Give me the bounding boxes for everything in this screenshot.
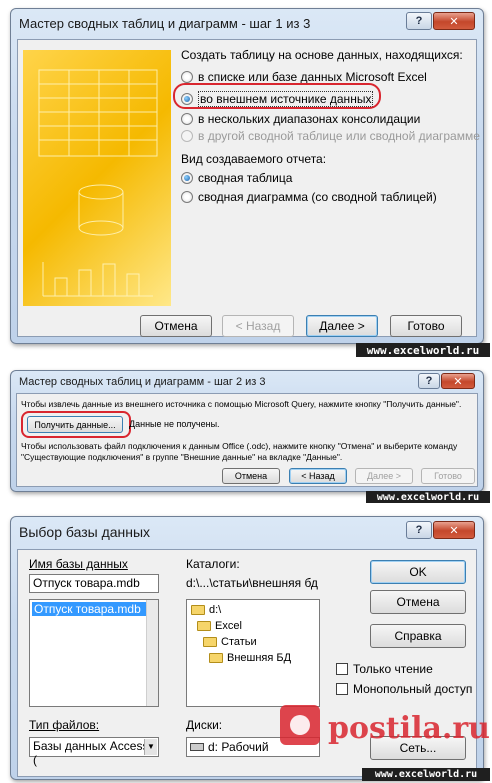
folder-tree[interactable]: d:\ Excel Статьи Внешняя БД (186, 599, 320, 707)
help-button[interactable]: ? (406, 521, 432, 539)
note-line-1: Чтобы использовать файл подключения к да… (21, 441, 458, 451)
finish-button[interactable]: Готово (390, 315, 462, 337)
read-only-box[interactable] (336, 663, 348, 675)
cancel-button[interactable]: Отмена (370, 590, 466, 614)
drive-icon (190, 743, 204, 751)
wizard-step2-title: Мастер сводных таблиц и диаграмм - шаг 2… (19, 376, 266, 388)
wizard-step1-client: Создать таблицу на основе данных, находя… (17, 39, 480, 337)
report-option-chart[interactable]: сводная диаграмма (со сводной таблицей) (181, 190, 437, 204)
radio-excel[interactable] (181, 71, 193, 83)
watermark: www.excelworld.ru (362, 768, 490, 781)
highlight-get-data (21, 411, 131, 438)
close-icon[interactable]: ✕ (433, 521, 475, 539)
source-option-consolidation[interactable]: в нескольких диапазонах консолидации (181, 112, 420, 126)
data-status: Данные не получены. (129, 419, 220, 429)
file-type-select[interactable]: Базы данных Access ( ▼ (29, 737, 159, 767)
wizard-step1-window: Мастер сводных таблиц и диаграмм - шаг 1… (10, 8, 484, 344)
folder-open-icon (209, 653, 223, 663)
cancel-button[interactable]: Отмена (222, 468, 280, 484)
folder-item-excel[interactable]: Excel (197, 620, 242, 632)
folder-item-root[interactable]: d:\ (191, 604, 221, 616)
folder-item-external-db[interactable]: Внешняя БД (209, 652, 291, 664)
db-file-list[interactable]: Отпуск товара.mdb (29, 599, 159, 707)
cancel-button[interactable]: Отмена (140, 315, 212, 337)
read-only-checkbox[interactable]: Только чтение (336, 662, 433, 676)
postila-logo-text: postila.ru (327, 710, 490, 746)
radio-pivot-table[interactable] (181, 172, 193, 184)
wizard-step2-window: Мастер сводных таблиц и диаграмм - шаг 2… (10, 370, 484, 492)
report-heading: Вид создаваемого отчета: (181, 152, 327, 166)
wizard-step2-client: Чтобы извлечь данные из внешнего источни… (16, 393, 478, 487)
help-button[interactable]: Справка (370, 624, 466, 648)
source-option-excel[interactable]: в списке или базе данных Microsoft Excel (181, 70, 427, 84)
ok-button[interactable]: OK (370, 560, 466, 584)
next-button[interactable]: Далее > (355, 468, 413, 484)
radio-consolidation[interactable] (181, 113, 193, 125)
db-name-label: Имя базы данных (29, 557, 128, 571)
help-button[interactable]: ? (418, 373, 440, 389)
dir-path: d:\...\статьи\внешняя бд (186, 576, 318, 590)
highlight-external-source (173, 83, 381, 109)
db-dialog-title: Выбор базы данных (19, 524, 151, 540)
radio-pivot-chart[interactable] (181, 191, 193, 203)
note-line-2: "Существующие подключения" в группе "Вне… (21, 452, 343, 462)
folder-open-icon (197, 621, 211, 631)
source-heading: Создать таблицу на основе данных, находя… (181, 48, 463, 62)
postila-logo: postila.ru (272, 694, 490, 762)
finish-button[interactable]: Готово (421, 468, 475, 484)
db-file-item[interactable]: Отпуск товара.mdb (32, 602, 148, 616)
wizard-step1-title: Мастер сводных таблиц и диаграмм - шаг 1… (19, 15, 311, 31)
db-name-input[interactable]: Отпуск товара.mdb (29, 574, 159, 593)
file-type-label: Тип файлов: (29, 718, 100, 732)
radio-other-pivot (181, 130, 193, 142)
back-button[interactable]: < Назад (289, 468, 347, 484)
close-icon[interactable]: ✕ (433, 12, 475, 30)
folder-item-articles[interactable]: Статьи (203, 636, 257, 648)
next-button[interactable]: Далее > (306, 315, 378, 337)
source-option-other-pivot: в другой сводной таблице или сводной диа… (181, 129, 480, 143)
close-icon[interactable]: ✕ (441, 373, 475, 389)
watermark: www.excelworld.ru (356, 343, 490, 357)
drives-label: Диски: (186, 718, 223, 732)
report-option-table[interactable]: сводная таблица (181, 171, 292, 185)
wizard-step2-titlebar[interactable]: Мастер сводных таблиц и диаграмм - шаг 2… (11, 371, 483, 393)
pivot-illustration-icon (38, 69, 158, 297)
dir-label: Каталоги: (186, 557, 240, 571)
folder-open-icon (191, 605, 205, 615)
help-button[interactable]: ? (406, 12, 432, 30)
chevron-down-icon[interactable]: ▼ (144, 739, 157, 755)
watermark: www.excelworld.ru (366, 491, 490, 503)
postila-pin-icon (280, 705, 320, 745)
instruction-text: Чтобы извлечь данные из внешнего источни… (21, 399, 462, 409)
list-scrollbar[interactable] (146, 600, 158, 706)
back-button[interactable]: < Назад (222, 315, 294, 337)
wizard-illustration (23, 50, 171, 306)
folder-open-icon (203, 637, 217, 647)
